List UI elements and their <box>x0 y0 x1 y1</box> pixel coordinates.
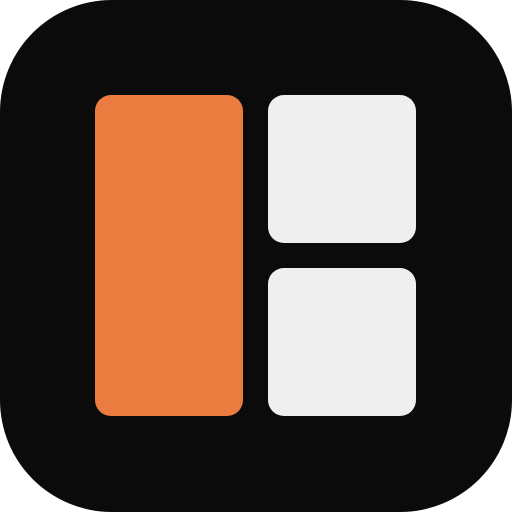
tile-top-right <box>268 95 416 243</box>
layout-panels-icon <box>0 0 512 512</box>
tile-left <box>95 95 243 416</box>
tile-bottom-right <box>268 268 416 416</box>
